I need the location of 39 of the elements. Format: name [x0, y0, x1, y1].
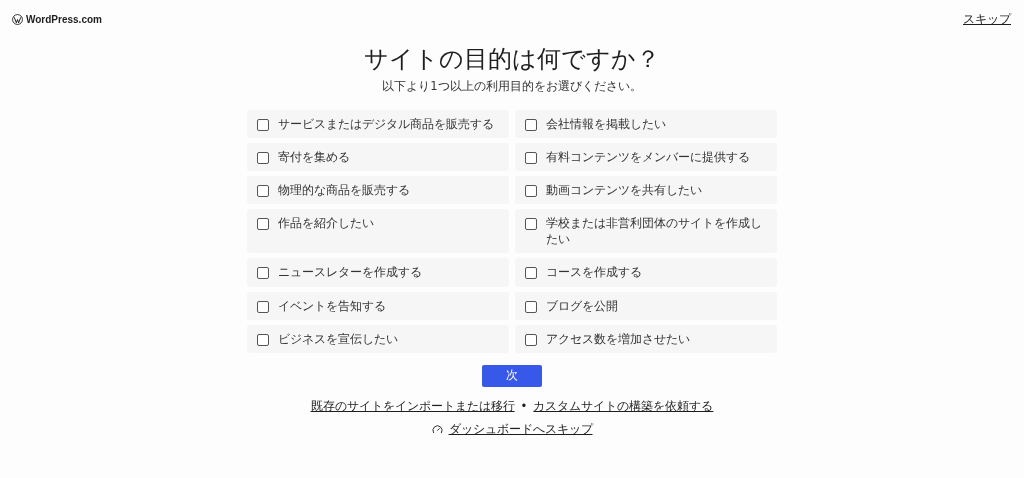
- goal-option[interactable]: 物理的な商品を販売する: [247, 176, 509, 205]
- subtitle: 以下より1つ以上の利用目的をお選びください。: [382, 79, 642, 94]
- goal-option[interactable]: 会社情報を掲載したい: [515, 110, 777, 139]
- import-link[interactable]: 既存のサイトをインポートまたは移行: [310, 398, 515, 414]
- checkbox[interactable]: [525, 218, 537, 231]
- goal-option[interactable]: 寄付を集める: [247, 143, 509, 172]
- goal-option[interactable]: アクセス数を増加させたい: [515, 324, 777, 353]
- goal-option[interactable]: イベントを告知する: [247, 291, 509, 320]
- wordpress-logo-icon: [12, 13, 23, 25]
- goal-option[interactable]: ブログを公開: [515, 291, 777, 320]
- checkbox[interactable]: [257, 119, 269, 131]
- checkbox[interactable]: [525, 152, 537, 165]
- checkbox[interactable]: [525, 267, 537, 280]
- logo-text: WordPress.com: [26, 13, 102, 25]
- page-title: サイトの目的は何ですか？: [364, 44, 660, 75]
- custom-site-link[interactable]: カスタムサイトの構築を依頼する: [533, 398, 714, 414]
- checkbox[interactable]: [257, 185, 269, 198]
- goal-option[interactable]: サービスまたはデジタル商品を販売する: [247, 110, 509, 139]
- checkbox[interactable]: [257, 218, 269, 231]
- goal-option[interactable]: 動画コンテンツを共有したい: [515, 176, 777, 205]
- goal-option[interactable]: 作品を紹介したい: [247, 209, 509, 254]
- goal-option[interactable]: ニュースレターを作成する: [247, 258, 509, 287]
- checkbox[interactable]: [525, 185, 537, 198]
- skip-link[interactable]: スキップ: [963, 11, 1011, 27]
- goal-option[interactable]: 有料コンテンツをメンバーに提供する: [515, 143, 777, 172]
- dashboard-skip-link[interactable]: ダッシュボードへスキップ: [448, 421, 593, 437]
- checkbox[interactable]: [525, 119, 537, 131]
- gauge-icon: [431, 423, 443, 435]
- separator-dot: •: [520, 399, 528, 414]
- goal-option[interactable]: コースを作成する: [515, 258, 777, 287]
- checkbox[interactable]: [525, 300, 537, 313]
- checkbox[interactable]: [257, 333, 269, 346]
- goal-option[interactable]: 学校または非営利団体のサイトを作成したい: [515, 209, 777, 254]
- checkbox[interactable]: [257, 300, 269, 313]
- checkbox[interactable]: [525, 333, 537, 346]
- checkbox[interactable]: [257, 267, 269, 280]
- next-button[interactable]: 次: [482, 364, 542, 387]
- checkbox[interactable]: [257, 152, 269, 165]
- goal-option[interactable]: ビジネスを宣伝したい: [247, 324, 509, 353]
